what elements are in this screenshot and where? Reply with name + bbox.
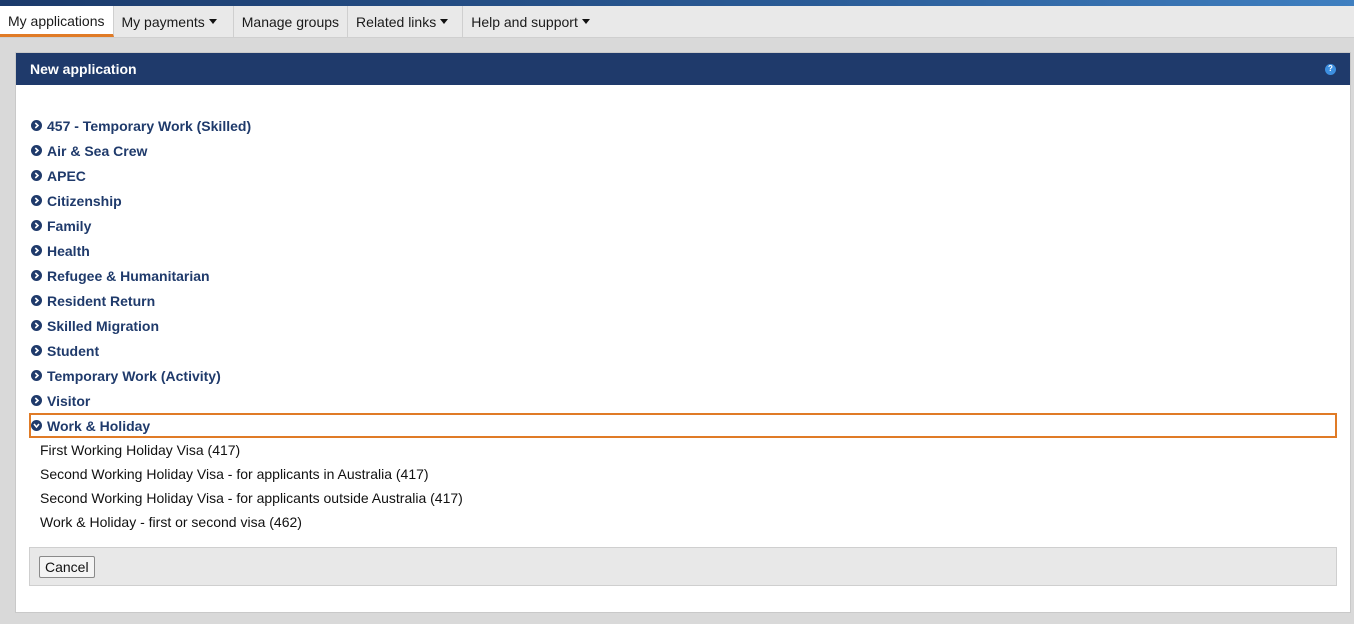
category-item[interactable]: Skilled Migration xyxy=(29,313,1337,338)
chevron-right-circle-icon xyxy=(31,270,42,281)
category-work-and-holiday[interactable]: Work & Holiday xyxy=(29,413,1337,438)
category-label: Skilled Migration xyxy=(47,317,160,334)
panel-footer: Cancel xyxy=(29,547,1337,586)
caret-down-icon xyxy=(440,19,449,24)
nav-my-applications[interactable]: My applications xyxy=(0,6,114,37)
category-label: Student xyxy=(47,342,100,359)
visa-option[interactable]: Second Working Holiday Visa - for applic… xyxy=(29,462,1337,486)
category-label: Work & Holiday xyxy=(47,417,151,434)
category-label: APEC xyxy=(47,167,86,184)
category-label: Air & Sea Crew xyxy=(47,142,148,159)
nav-help-and-support[interactable]: Help and support xyxy=(463,6,598,37)
category-item[interactable]: Resident Return xyxy=(29,288,1337,313)
nav-label: Manage groups xyxy=(241,13,340,30)
nav-label: Related links xyxy=(356,13,437,30)
category-label: Temporary Work (Activity) xyxy=(47,367,221,384)
chevron-right-circle-icon xyxy=(31,245,42,256)
chevron-right-circle-icon xyxy=(31,220,42,231)
chevron-right-circle-icon xyxy=(31,345,42,356)
nav-label: Help and support xyxy=(471,13,578,30)
category-label: Resident Return xyxy=(47,292,156,309)
category-item[interactable]: Temporary Work (Activity) xyxy=(29,363,1337,388)
nav-label: My applications xyxy=(8,13,105,29)
nav-label: My payments xyxy=(121,13,205,30)
help-icon[interactable]: ? xyxy=(1325,63,1336,75)
visa-option-label: Work & Holiday - first or second visa (4… xyxy=(40,514,302,530)
nav-manage-groups[interactable]: Manage groups xyxy=(234,6,349,37)
chevron-right-circle-icon xyxy=(31,320,42,331)
caret-down-icon xyxy=(208,19,217,24)
chevron-right-circle-icon xyxy=(31,370,42,381)
visa-option-label: Second Working Holiday Visa - for applic… xyxy=(40,490,463,506)
category-item[interactable]: Health xyxy=(29,238,1337,263)
category-label: Health xyxy=(47,242,90,259)
chevron-right-circle-icon xyxy=(31,145,42,156)
chevron-right-circle-icon xyxy=(31,295,42,306)
caret-down-icon xyxy=(581,19,590,24)
panel-header: New application ? xyxy=(16,53,1350,85)
nav-related-links[interactable]: Related links xyxy=(348,6,464,37)
chevron-right-circle-icon xyxy=(31,195,42,206)
category-label: Refugee & Humanitarian xyxy=(47,267,210,284)
category-item[interactable]: APEC xyxy=(29,163,1337,188)
category-label: Family xyxy=(47,217,92,234)
category-label: Citizenship xyxy=(47,192,122,209)
visa-option[interactable]: Second Working Holiday Visa - for applic… xyxy=(29,486,1337,510)
category-item[interactable]: Visitor xyxy=(29,388,1337,413)
cancel-button[interactable]: Cancel xyxy=(39,555,95,578)
visa-option[interactable]: First Working Holiday Visa (417) xyxy=(29,438,1337,462)
chevron-right-circle-icon xyxy=(31,170,42,181)
visa-option-label: First Working Holiday Visa (417) xyxy=(40,442,241,458)
nav-my-payments[interactable]: My payments xyxy=(114,6,234,37)
visa-option-label: Second Working Holiday Visa - for applic… xyxy=(40,466,429,482)
category-item[interactable]: Family xyxy=(29,213,1337,238)
category-item[interactable]: Refugee & Humanitarian xyxy=(29,263,1337,288)
visa-option[interactable]: Work & Holiday - first or second visa (4… xyxy=(29,510,1337,534)
panel-title: New application xyxy=(30,61,137,77)
category-item[interactable]: Air & Sea Crew xyxy=(29,138,1337,163)
main-nav: My applications My payments Manage group… xyxy=(0,6,1354,38)
category-list: 457 - Temporary Work (Skilled) Air & Sea … xyxy=(29,113,1337,534)
chevron-down-circle-icon xyxy=(31,420,42,431)
category-item[interactable]: Student xyxy=(29,338,1337,363)
category-label: Visitor xyxy=(47,392,91,409)
category-item[interactable]: Citizenship xyxy=(29,188,1337,213)
chevron-right-circle-icon xyxy=(31,395,42,406)
category-item[interactable]: 457 - Temporary Work (Skilled) xyxy=(29,113,1337,138)
chevron-right-circle-icon xyxy=(31,120,42,131)
subitem-list: First Working Holiday Visa (417) Second … xyxy=(29,438,1337,534)
new-application-panel: New application ? 457 - Temporary Work (… xyxy=(15,52,1351,613)
category-label: 457 - Temporary Work (Skilled) xyxy=(47,117,252,134)
